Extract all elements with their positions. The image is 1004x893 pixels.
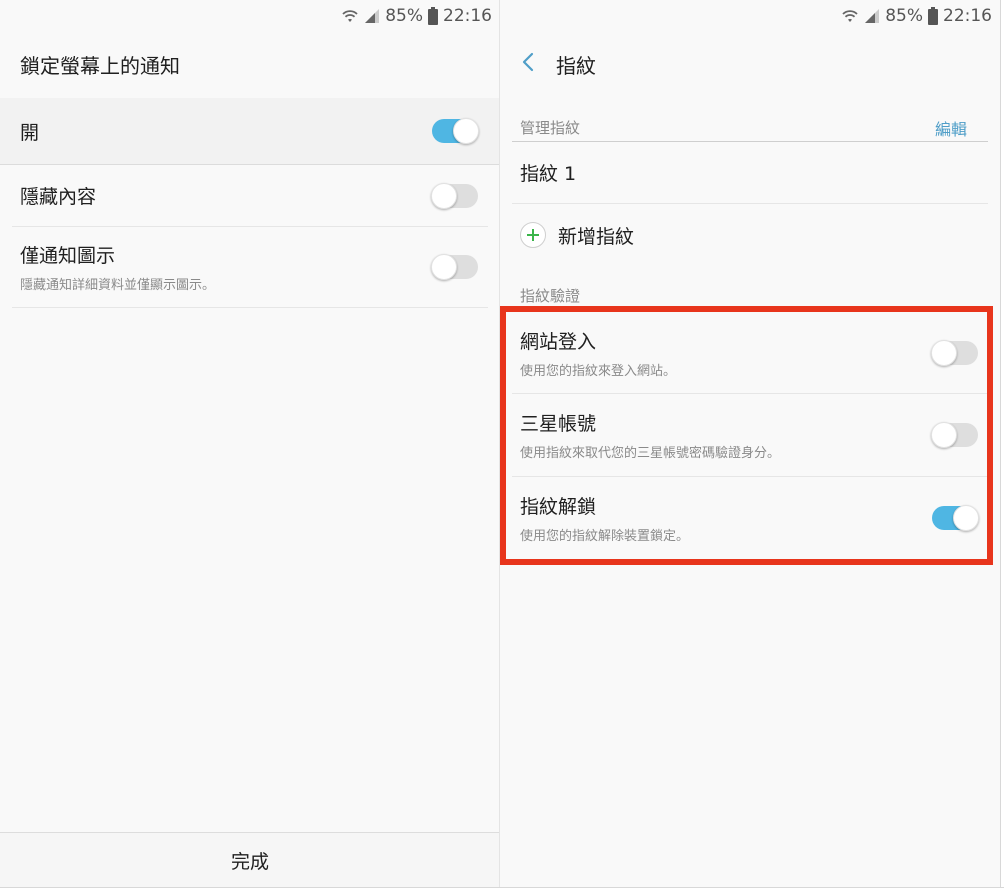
add-icon (520, 222, 546, 248)
app-header: 鎖定螢幕上的通知 (0, 32, 500, 96)
toggle-icons-only[interactable] (431, 254, 478, 280)
section-manage-fingerprints: 管理指紋 (520, 119, 581, 137)
back-chevron-icon (521, 51, 535, 77)
row-title: 隱藏內容 (20, 186, 97, 208)
wifi-icon (341, 8, 359, 24)
add-fingerprint-button[interactable]: 新增指紋 (500, 204, 1000, 266)
page-title: 鎖定螢幕上的通知 (20, 53, 180, 78)
battery-icon (928, 7, 938, 25)
row-on[interactable]: 開 (0, 98, 500, 164)
app-header: 指紋 (500, 32, 1000, 96)
toggle-on[interactable] (432, 118, 479, 144)
back-button[interactable] (500, 32, 556, 96)
row-icons-only[interactable]: 僅通知圖示 隱藏通知詳細資料並僅顯示圖示。 (0, 227, 500, 307)
battery-percent: 85% (885, 6, 923, 26)
done-button[interactable]: 完成 (201, 839, 299, 882)
toggle-hide-content[interactable] (431, 182, 478, 209)
status-bar: 85% 22:16 (341, 0, 492, 32)
signal-icon (864, 8, 880, 24)
left-screen: 85% 22:16 鎖定螢幕上的通知 開 隱藏內容 僅通知圖示 隱藏通知詳細資料… (0, 0, 500, 887)
divider (12, 307, 488, 308)
image-edge (0, 887, 1004, 893)
row-hide-content[interactable]: 隱藏內容 (0, 165, 500, 226)
edit-button[interactable]: 編輯 (935, 116, 967, 140)
footer-bar: 完成 (0, 832, 500, 887)
clock: 22:16 (443, 6, 492, 26)
signal-icon (364, 8, 380, 24)
add-fingerprint-label: 新增指紋 (558, 225, 635, 248)
page-title: 指紋 (556, 53, 596, 78)
fingerprint-item[interactable]: 指紋 1 (500, 142, 1000, 203)
image-edge (1000, 0, 1004, 893)
section-fingerprint-verify: 指紋驗證 (520, 287, 581, 305)
row-subtitle: 隱藏通知詳細資料並僅顯示圖示。 (20, 278, 216, 293)
row-title: 開 (20, 121, 40, 144)
status-bar: 85% 22:16 (841, 0, 992, 32)
battery-icon (428, 7, 438, 25)
battery-percent: 85% (385, 6, 423, 26)
clock: 22:16 (943, 6, 992, 26)
row-title: 僅通知圖示 (20, 245, 116, 267)
highlight-box (500, 306, 993, 565)
wifi-icon (841, 8, 859, 24)
fingerprint-label: 指紋 1 (520, 163, 577, 185)
